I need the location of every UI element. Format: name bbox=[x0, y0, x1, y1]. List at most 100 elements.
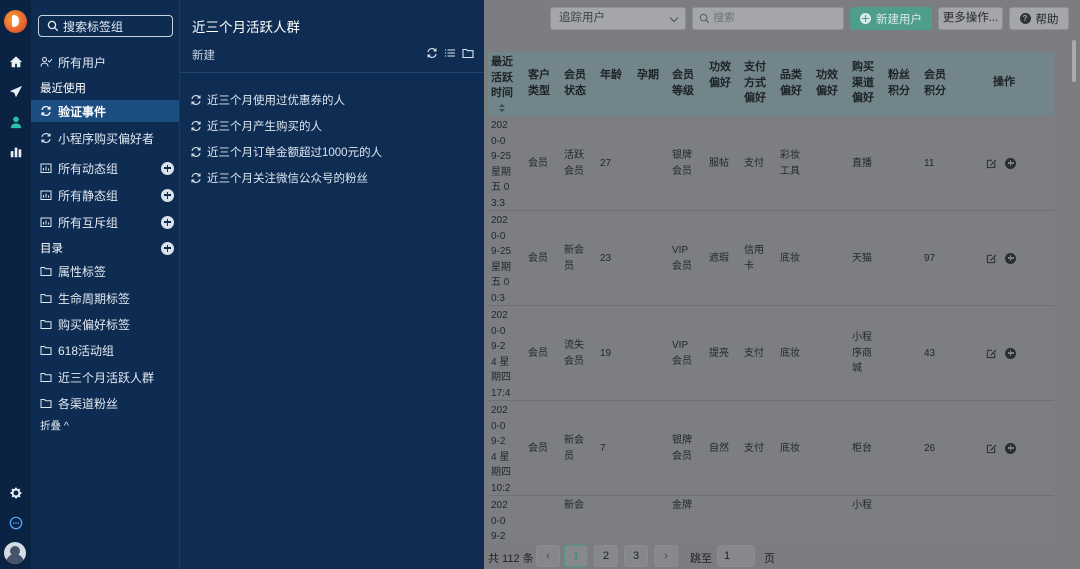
chevron-down-icon bbox=[669, 13, 679, 23]
edit-icon[interactable] bbox=[986, 348, 997, 359]
tree-folder[interactable]: 属性标签 bbox=[31, 260, 179, 282]
table-cell-line: 银牌 bbox=[672, 435, 692, 446]
tree-folder-label: 属性标签 bbox=[58, 264, 107, 279]
table-row[interactable]: 2020-09-24 星期四10:23:04会员新会员7银牌会员自然支付底妆柜台… bbox=[488, 401, 1054, 509]
column-header-line: 购买 bbox=[852, 61, 874, 73]
add-circle-icon[interactable] bbox=[1005, 252, 1016, 264]
next-page-button[interactable]: › bbox=[654, 545, 678, 567]
home-icon[interactable] bbox=[6, 52, 25, 71]
tag-search-input[interactable]: 搜索标签组 bbox=[38, 15, 173, 37]
chat-icon[interactable] bbox=[6, 513, 25, 532]
table-cell-effect: 自然 bbox=[709, 441, 729, 457]
add-group-icon[interactable] bbox=[161, 188, 174, 202]
column-header[interactable]: 粉丝 积分 bbox=[888, 68, 910, 99]
segment-item[interactable]: 近三个月产生购买的人 bbox=[190, 117, 322, 135]
column-header[interactable]: 孕期 bbox=[637, 68, 659, 84]
tree-folder[interactable]: 购买偏好标签 bbox=[31, 313, 179, 335]
tree-folder[interactable]: 近三个月活跃人群 bbox=[31, 366, 179, 388]
new-user-button[interactable]: 新建用户 bbox=[850, 7, 932, 30]
table-cell-line: 序商 bbox=[852, 347, 872, 359]
table-cell-line: 五 0 bbox=[491, 277, 510, 288]
tree-group-exclusive[interactable]: 所有互斥组 bbox=[31, 211, 179, 233]
edit-icon[interactable] bbox=[986, 158, 997, 169]
column-header[interactable]: 功效 偏好 bbox=[709, 60, 731, 91]
prev-page-button[interactable]: ‹ bbox=[536, 545, 560, 567]
folder-icon bbox=[40, 397, 52, 409]
tree-folder[interactable]: 各渠道粉丝 bbox=[31, 392, 179, 414]
edit-icon[interactable] bbox=[986, 253, 997, 264]
table-cell-line: 97 bbox=[924, 252, 936, 264]
page-button[interactable]: 1 bbox=[564, 545, 588, 567]
pagination: 共 112 条 ‹ 1 2 3 › 跳至 1 页 bbox=[484, 542, 1080, 569]
tree-folder[interactable]: 618活动组 bbox=[31, 339, 179, 361]
add-folder-icon[interactable] bbox=[161, 241, 174, 255]
column-header[interactable]: 支付 方式 偏好 bbox=[744, 60, 766, 107]
column-header-line: 活跃 bbox=[491, 71, 513, 84]
column-header[interactable]: 会员 等级 bbox=[672, 68, 694, 99]
user-icon[interactable] bbox=[6, 112, 25, 131]
table-cell-channel: 小程 序商城 bbox=[852, 330, 872, 377]
folder-icon[interactable] bbox=[462, 47, 474, 59]
list-icon[interactable] bbox=[444, 47, 456, 59]
tree-all-users[interactable]: 所有用户 bbox=[31, 51, 179, 73]
page-button[interactable]: 2 bbox=[594, 545, 618, 567]
bar-chart-icon[interactable] bbox=[6, 142, 25, 161]
tree-group-dynamic[interactable]: 所有动态组 bbox=[31, 157, 179, 179]
tree-recent-item[interactable]: 小程序购买偏好者 bbox=[31, 127, 179, 149]
column-header-line: 客户 bbox=[528, 69, 550, 81]
table-row[interactable]: 2020-09-24 星期四17:44:37会员流失会员19VIP会员提亮支付底… bbox=[488, 306, 1054, 414]
table-cell-channel: 柜台 bbox=[852, 441, 872, 457]
more-actions-button[interactable]: 更多操作... bbox=[938, 7, 1003, 30]
tree-group-static[interactable]: 所有静态组 bbox=[31, 184, 179, 206]
sort-icon[interactable] bbox=[499, 104, 505, 112]
jump-page-input[interactable]: 1 bbox=[717, 545, 755, 567]
user-search-input[interactable]: 搜索 bbox=[692, 7, 844, 30]
column-header[interactable]: 会员 积分 bbox=[924, 68, 946, 99]
table-cell-line: 19 bbox=[600, 347, 612, 359]
add-group-icon[interactable] bbox=[161, 215, 174, 229]
column-header[interactable]: 最近 活跃 时间 bbox=[491, 55, 513, 102]
column-header[interactable]: 操作 bbox=[993, 75, 1015, 91]
user-type-select[interactable]: 追踪用户 bbox=[550, 7, 686, 30]
table-cell-line: 9-2 bbox=[491, 341, 506, 352]
tree-group-label: 所有互斥组 bbox=[58, 215, 119, 230]
help-button[interactable]: ? 帮助 bbox=[1009, 7, 1069, 30]
table-row[interactable]: 2020-09-25星期五 00:33:43会员新会员23VIP会员遮瑕信用卡底… bbox=[488, 211, 1054, 319]
column-header[interactable]: 客户 类型 bbox=[528, 68, 550, 99]
sync-icon[interactable] bbox=[426, 47, 438, 59]
gear-icon[interactable] bbox=[6, 483, 25, 502]
column-header[interactable]: 会员 状态 bbox=[564, 68, 586, 99]
tree-recent-item[interactable]: 验证事件 bbox=[31, 100, 179, 122]
vertical-scrollbar[interactable] bbox=[1072, 40, 1076, 82]
page-button[interactable]: 3 bbox=[624, 545, 648, 567]
tag-search-placeholder: 搜索标签组 bbox=[63, 19, 124, 34]
column-header[interactable]: 年龄 bbox=[600, 68, 622, 84]
icon-rail bbox=[0, 0, 31, 569]
table-cell-line: 底妆 bbox=[780, 442, 800, 454]
table-row[interactable]: 2020-09-25星期五 03:33:05会员活跃会员27银牌会员服帖支付彩妆… bbox=[488, 116, 1054, 224]
edit-icon[interactable] bbox=[986, 443, 997, 454]
add-group-icon[interactable] bbox=[161, 161, 174, 175]
send-icon[interactable] bbox=[6, 82, 25, 101]
collapse-toggle[interactable]: 折叠 ^ bbox=[31, 414, 179, 436]
avatar[interactable] bbox=[4, 542, 26, 564]
add-circle-icon[interactable] bbox=[1005, 347, 1016, 359]
column-header[interactable]: 功效 偏好 bbox=[816, 68, 838, 99]
tree-folder-label: 购买偏好标签 bbox=[58, 317, 131, 332]
segment-item[interactable]: 近三个月使用过优惠券的人 bbox=[190, 91, 345, 109]
add-circle-icon[interactable] bbox=[1005, 442, 1016, 454]
app-logo[interactable] bbox=[4, 10, 27, 33]
column-header-line: 粉丝 bbox=[888, 69, 910, 81]
table-cell-line: 星期 bbox=[491, 261, 511, 273]
column-header[interactable]: 品类 偏好 bbox=[780, 68, 802, 99]
tree-folder[interactable]: 生命周期标签 bbox=[31, 287, 179, 309]
column-header-line: 偏好 bbox=[709, 76, 731, 89]
add-circle-icon[interactable] bbox=[1005, 157, 1016, 169]
table-cell-line: VIP bbox=[672, 340, 689, 351]
segment-item[interactable]: 近三个月关注微信公众号的粉丝 bbox=[190, 169, 368, 187]
panel-new-button[interactable]: 新建 bbox=[192, 47, 215, 63]
segment-item[interactable]: 近三个月订单金额超过1000元的人 bbox=[190, 143, 382, 161]
table-cell-age: 19 bbox=[600, 346, 611, 362]
column-header[interactable]: 购买 渠道 偏好 bbox=[852, 60, 874, 107]
table-row[interactable]: 202 0-0 9-2 新会 金牌 小程 bbox=[488, 496, 1054, 540]
